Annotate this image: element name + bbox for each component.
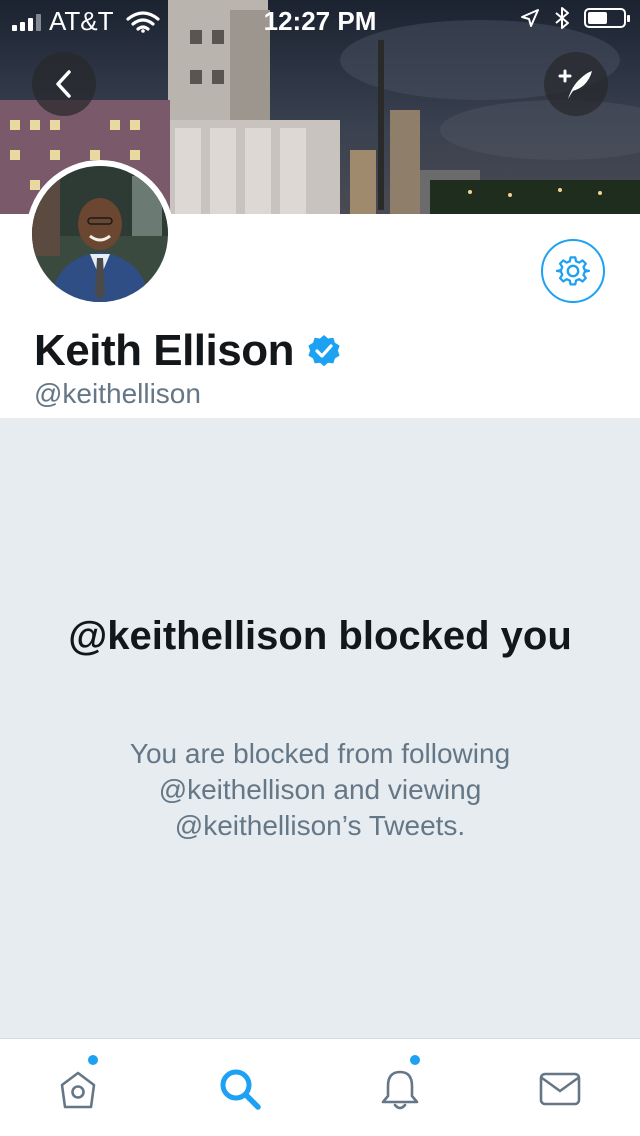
tab-notifications[interactable] <box>370 1055 430 1117</box>
tab-home[interactable] <box>48 1055 108 1117</box>
notifications-bell-icon <box>381 1070 419 1110</box>
notifications-dot <box>410 1055 420 1065</box>
profile-settings-button[interactable] <box>541 239 605 303</box>
bottom-tab-bar <box>0 1038 640 1136</box>
avatar-photo <box>32 166 168 302</box>
tab-search[interactable] <box>210 1061 270 1117</box>
home-icon <box>60 1071 96 1109</box>
status-right-group <box>520 6 630 30</box>
search-icon <box>220 1069 261 1110</box>
profile-avatar[interactable] <box>26 160 174 308</box>
compose-tweet-button[interactable] <box>544 52 608 116</box>
tab-messages[interactable] <box>530 1061 590 1117</box>
back-button[interactable] <box>32 52 96 116</box>
gear-icon <box>556 256 590 286</box>
bluetooth-icon <box>555 7 569 29</box>
chevron-left-icon <box>56 70 71 98</box>
verified-badge-icon <box>306 333 342 369</box>
messages-envelope-icon <box>539 1072 581 1106</box>
blocked-message: You are blocked from following @keithell… <box>129 738 511 841</box>
profile-name: Keith Ellison <box>34 326 294 375</box>
status-bar: AT&T 12:27 PM <box>0 0 640 40</box>
profile-name-row: Keith Ellison <box>34 326 342 376</box>
home-notification-dot <box>88 1055 98 1065</box>
compose-tweet-icon <box>558 69 592 99</box>
location-arrow-icon <box>521 9 539 27</box>
battery-icon <box>584 8 630 28</box>
blocked-notice-panel: @keithellison blocked you You are blocke… <box>0 418 640 1038</box>
blocked-title: @keithellison blocked you <box>68 614 572 658</box>
profile-handle: @keithellison <box>34 378 201 409</box>
